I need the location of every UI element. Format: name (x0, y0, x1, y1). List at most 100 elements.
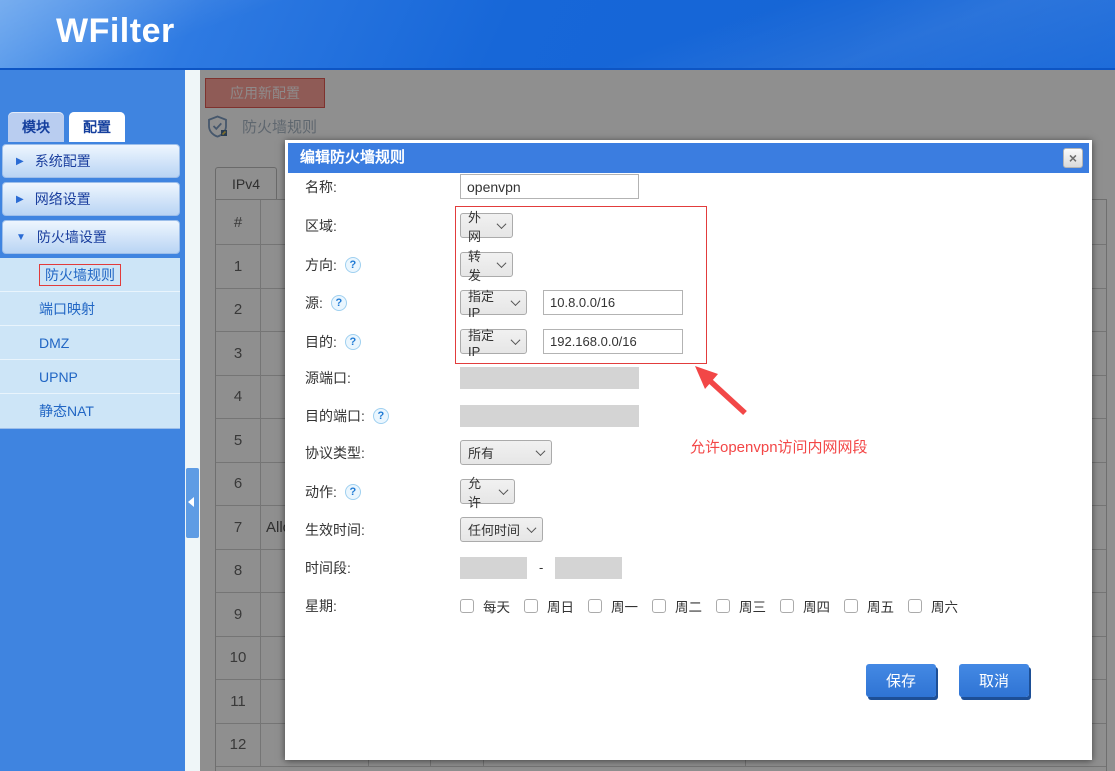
sidebar-submenu: 防火墙规则端口映射 DMZ UPNP 静态NAT (0, 258, 180, 429)
effective-label: 生效时间: (305, 520, 460, 540)
checkbox[interactable] (460, 599, 474, 613)
sidebar-menu-item[interactable]: ▶系统配置 (2, 144, 180, 178)
row-action: 动作: ? 允许 (305, 478, 1079, 505)
help-icon[interactable]: ? (345, 257, 361, 273)
effective-time-select[interactable]: 任何时间 (460, 517, 543, 542)
triangle-right-icon: ▶ (16, 156, 24, 167)
sidebar-tab[interactable]: 模块 (8, 112, 64, 142)
dest-port-input-disabled (460, 405, 639, 427)
sidebar-tab[interactable]: 配置 (69, 112, 125, 142)
direction-select[interactable]: 转发 (460, 252, 513, 277)
zone-select[interactable]: 外网 (460, 213, 513, 238)
action-select-value: 允许 (468, 473, 493, 511)
row-effective: 生效时间: 任何时间 (305, 516, 1079, 543)
sidebar: 模块配置 ▶系统配置▶网络设置▼防火墙设置防火墙规则端口映射DMZUPNP静态N… (0, 70, 185, 771)
zone-select-value: 外网 (468, 207, 491, 245)
sidebar-subitem[interactable]: UPNP (0, 360, 180, 394)
sidebar-subitem-label: UPNP (39, 369, 78, 385)
period-label: 时间段: (305, 558, 460, 578)
action-label-text: 动作: (305, 482, 337, 502)
source-mode-select[interactable]: 指定IP (460, 290, 527, 315)
sidebar-menu-label: 防火墙设置 (37, 227, 107, 247)
week-label: 星期: (305, 596, 460, 616)
dport-label: 目的端口: ? (305, 406, 460, 426)
sport-label: 源端口: (305, 368, 460, 388)
period-separator: - (539, 560, 543, 575)
week-options: 每天 周日 周一 周二 周三 周四 周五 周六 (460, 596, 972, 616)
week-option-label: 每天 (483, 596, 510, 616)
chevron-down-icon (497, 258, 507, 268)
checkbox[interactable] (524, 599, 538, 613)
app-header: WFilter (0, 0, 1115, 70)
row-dport: 目的端口: ? (305, 402, 1079, 429)
checkbox[interactable] (844, 599, 858, 613)
sidebar-subitem-label: 静态NAT (39, 403, 94, 419)
row-week: 星期: 每天 周日 周一 周二 周三 周四 周五 周六 (305, 592, 1079, 619)
dest-mode-select[interactable]: 指定IP (460, 329, 527, 354)
week-option: 每天 (460, 596, 510, 616)
sidebar-subitem[interactable]: DMZ (0, 326, 180, 360)
help-icon[interactable]: ? (373, 408, 389, 424)
week-option-label: 周四 (803, 596, 830, 616)
close-icon[interactable]: × (1063, 148, 1083, 168)
row-zone: 区域: 外网 (305, 212, 1079, 239)
checkbox[interactable] (652, 599, 666, 613)
help-icon[interactable]: ? (345, 334, 361, 350)
triangle-right-icon: ▶ (16, 194, 24, 205)
name-label: 名称: (305, 177, 460, 197)
sidebar-subitem-label: 端口映射 (39, 301, 95, 317)
help-icon[interactable]: ? (331, 295, 347, 311)
week-option-label: 周二 (675, 596, 702, 616)
week-option-label: 周五 (867, 596, 894, 616)
source-mode-value: 指定IP (468, 286, 505, 320)
sidebar-subitem[interactable]: 静态NAT (0, 394, 180, 428)
sidebar-subitem[interactable]: 防火墙规则 (0, 258, 180, 292)
name-input[interactable] (460, 174, 639, 199)
source-label-text: 源: (305, 293, 323, 313)
row-period: 时间段: - (305, 554, 1079, 581)
dest-ip-input[interactable] (543, 329, 683, 354)
sidebar-tabs: 模块配置 (8, 112, 125, 142)
week-option: 周一 (588, 596, 638, 616)
week-option-label: 周三 (739, 596, 766, 616)
source-port-input-disabled (460, 367, 639, 389)
sidebar-menu-item[interactable]: ▶ 网络设置 (2, 182, 180, 216)
action-label: 动作: ? (305, 482, 460, 502)
week-option-label: 周日 (547, 596, 574, 616)
dport-label-text: 目的端口: (305, 406, 365, 426)
chevron-down-icon (511, 335, 521, 345)
week-option-label: 周一 (611, 596, 638, 616)
source-label: 源: ? (305, 293, 460, 313)
help-icon[interactable]: ? (345, 484, 361, 500)
dest-label: 目的: ? (305, 332, 460, 352)
row-direction: 方向: ? 转发 (305, 251, 1079, 278)
direction-select-value: 转发 (468, 246, 491, 284)
sidebar-menu-label: 网络设置 (35, 189, 91, 209)
protocol-select[interactable]: 所有 (460, 440, 552, 465)
week-option: 周六 (908, 596, 958, 616)
week-option: 周三 (716, 596, 766, 616)
annotation-text: 允许openvpn访问内网网段 (690, 436, 868, 457)
dest-label-text: 目的: (305, 332, 337, 352)
week-option-label: 周六 (931, 596, 958, 616)
row-source: 源: ? 指定IP (305, 289, 1079, 316)
chevron-down-icon (536, 446, 546, 456)
checkbox[interactable] (780, 599, 794, 613)
row-dest: 目的: ? 指定IP (305, 328, 1079, 355)
checkbox[interactable] (908, 599, 922, 613)
chevron-down-icon (499, 485, 509, 495)
period-end-input-disabled (555, 557, 622, 579)
source-ip-input[interactable] (543, 290, 683, 315)
sidebar-subitem[interactable]: 端口映射 (0, 292, 180, 326)
week-option: 周日 (524, 596, 574, 616)
action-select[interactable]: 允许 (460, 479, 515, 504)
checkbox[interactable] (588, 599, 602, 613)
sidebar-collapse-handle[interactable] (186, 468, 199, 538)
checkbox[interactable] (716, 599, 730, 613)
sidebar-menu-item[interactable]: ▼防火墙设置 (2, 220, 180, 254)
zone-label: 区域: (305, 216, 460, 236)
save-button[interactable]: 保存 (866, 664, 936, 697)
cancel-button[interactable]: 取消 (959, 664, 1029, 697)
chevron-down-icon (511, 296, 521, 306)
row-name: 名称: (305, 173, 1079, 200)
